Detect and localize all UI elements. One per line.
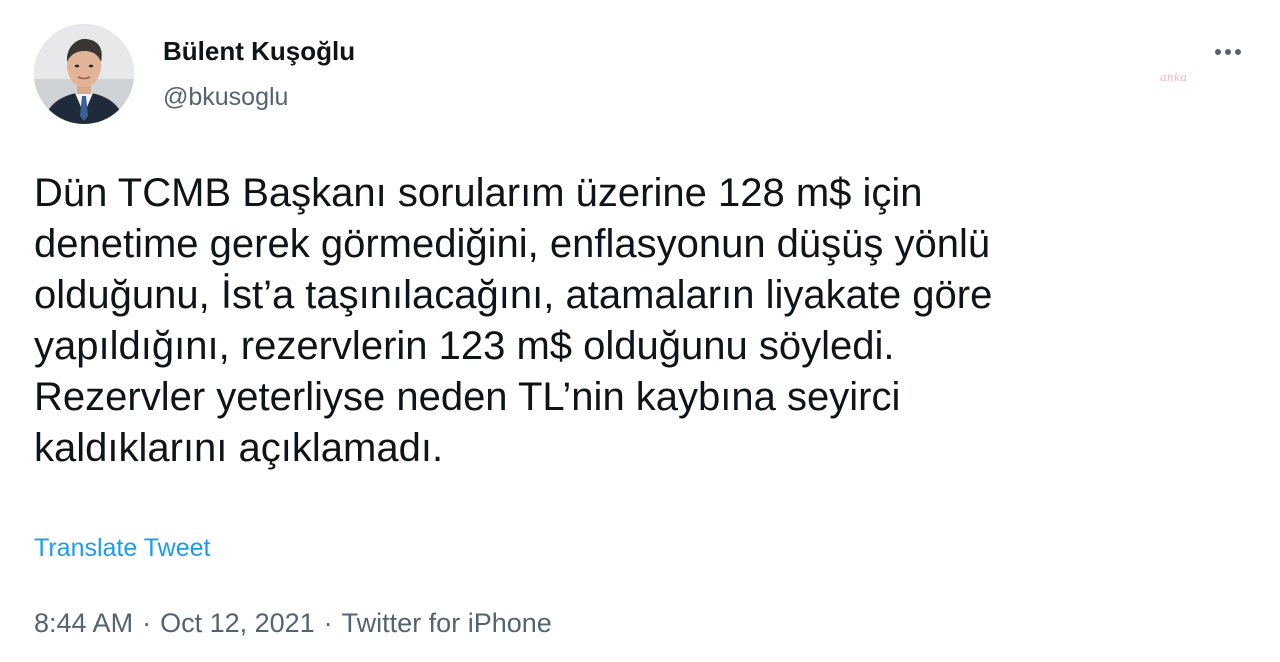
meta-separator: · [323, 608, 333, 638]
more-horizontal-icon-dot [1225, 49, 1231, 55]
tweet-text-line: denetime gerek görmediğini, enflasyonun … [34, 222, 991, 266]
tweet-text-line: olduğunu, İst’a taşınılacağını, atamalar… [34, 273, 993, 317]
tweet-text-line: Rezervler yeterliyse neden TL’nin kaybın… [34, 375, 901, 419]
meta-separator: · [142, 608, 152, 638]
tweet-text-line: Dün TCMB Başkanı sorularım üzerine 128 m… [34, 171, 923, 215]
author-handle[interactable]: @bkusoglu [163, 83, 288, 112]
tweet-metadata: 8:44 AM · Oct 12, 2021 · Twitter for iPhone [34, 608, 552, 639]
more-options-button[interactable] [1204, 36, 1252, 68]
person-portrait-avatar-icon [34, 24, 134, 124]
tweet-text-line: yapıldığını, rezervlerin 123 m$ olduğunu… [34, 324, 895, 368]
author-avatar[interactable] [34, 24, 134, 124]
tweet-card: Bülent Kuşoğlu @bkusoglu anka Dün TCMB B… [0, 0, 1280, 662]
author-name[interactable]: Bülent Kuşoğlu [163, 36, 355, 67]
tweet-time[interactable]: 8:44 AM [34, 608, 133, 638]
watermark-logo: anka [1160, 69, 1188, 84]
more-horizontal-icon-dot [1235, 49, 1241, 55]
translate-tweet-link[interactable]: Translate Tweet [34, 534, 210, 563]
tweet-source-link[interactable]: Twitter for iPhone [342, 608, 552, 638]
tweet-date[interactable]: Oct 12, 2021 [160, 608, 315, 638]
more-horizontal-icon [1215, 49, 1221, 55]
tweet-text-line: kaldıklarını açıklamadı. [34, 426, 444, 470]
tweet-text: Dün TCMB Başkanı sorularım üzerine 128 m… [34, 168, 1254, 474]
